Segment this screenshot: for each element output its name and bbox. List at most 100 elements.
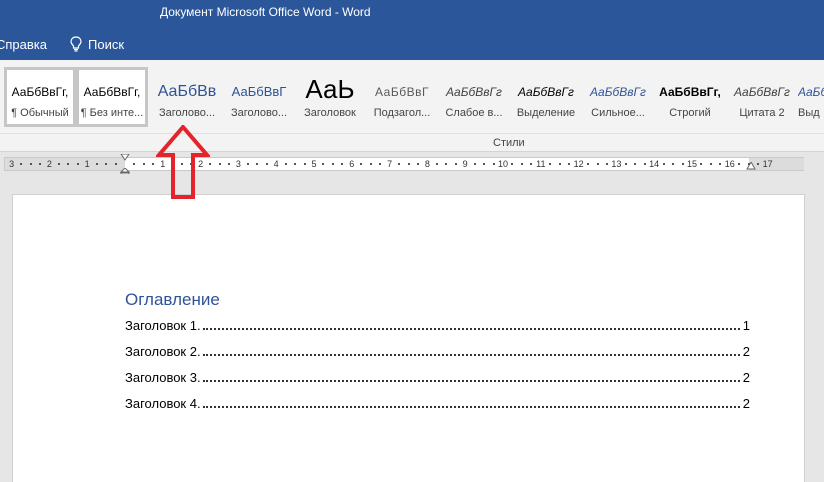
style-preview: АаБбВвГ xyxy=(231,84,287,99)
ruler-number: 9 xyxy=(462,159,468,169)
style-preview: АаБбВвГг xyxy=(734,85,790,99)
style-title[interactable]: АаЬ Заголовок xyxy=(294,67,366,127)
style-subtitle[interactable]: АаБбВвГ Подзагол... xyxy=(366,67,438,127)
style-label: ¶ Обычный xyxy=(11,107,69,119)
ruler-tick xyxy=(95,163,98,165)
ruler-tick xyxy=(142,163,145,165)
style-label: Заголовок xyxy=(304,107,356,119)
ruler-tick xyxy=(643,163,646,165)
ruler-tick xyxy=(558,163,561,165)
ruler-tick xyxy=(549,163,552,165)
style-normal[interactable]: АаБбВвГг, ¶ Обычный xyxy=(4,67,76,127)
toc-entry[interactable]: Заголовок 4. 2 xyxy=(125,393,750,411)
style-label: Выд xyxy=(798,107,820,119)
ruler-tick xyxy=(709,163,712,165)
toc-entry[interactable]: Заголовок 3. 2 xyxy=(125,367,750,385)
ribbon: АаБбВвГг, ¶ Обычный АаБбВвГг, ¶ Без инте… xyxy=(0,60,824,152)
ruler-number: 13 xyxy=(611,159,622,169)
style-label: Заголово... xyxy=(230,107,288,119)
ruler-tick xyxy=(672,163,675,165)
style-label: Цитата 2 xyxy=(739,107,785,119)
ruler-tick xyxy=(483,163,486,165)
ruler-tick xyxy=(256,163,259,165)
ruler-tick xyxy=(757,163,760,165)
toc-entry-page: 2 xyxy=(742,344,750,359)
ruler-tick xyxy=(662,163,665,165)
ruler-tick xyxy=(700,163,703,165)
ruler-tick xyxy=(133,163,136,165)
ruler-tick xyxy=(520,163,523,165)
ruler-tick xyxy=(265,163,268,165)
ruler-tick xyxy=(738,163,741,165)
ruler-tick xyxy=(398,163,401,165)
ruler-number: 12 xyxy=(573,159,584,169)
ruler-number: 2 xyxy=(46,159,52,169)
toc-entry-text: Заголовок 2. xyxy=(125,344,201,359)
ruler-number: 16 xyxy=(724,159,735,169)
ruler-tick xyxy=(379,163,382,165)
ruler-tick xyxy=(303,163,306,165)
document-area: Оглавление Заголовок 1. 1 Заголовок 2. 2… xyxy=(0,174,824,482)
style-no-spacing[interactable]: АаБбВвГг, ¶ Без инте... xyxy=(76,67,148,127)
toc-leader-dots xyxy=(202,354,740,356)
toc-entry-page: 2 xyxy=(742,396,750,411)
ruler-number: 3 xyxy=(9,159,15,169)
style-preview: АаБбВвГг xyxy=(518,85,574,99)
styles-gallery: АаБбВвГг, ¶ Обычный АаБбВвГг, ¶ Без инте… xyxy=(4,65,824,131)
style-preview: АаБбВвГг xyxy=(590,85,646,99)
style-label: Заголово... xyxy=(158,107,216,119)
ruler-tick xyxy=(634,163,637,165)
toc-leader-dots xyxy=(202,328,740,330)
ruler-tick xyxy=(246,163,249,165)
style-intense-emphasis[interactable]: АаБбВвГг Сильное... xyxy=(582,67,654,127)
toc-entry-text: Заголовок 1. xyxy=(125,318,201,333)
style-label: Слабое в... xyxy=(445,107,503,119)
toc-title: Оглавление xyxy=(125,290,220,309)
ruler-tick xyxy=(20,163,23,165)
window-title: Документ Microsoft Office Word - Word xyxy=(160,5,371,19)
style-quote-2[interactable]: АаБбВвГг Цитата 2 xyxy=(726,67,798,127)
ruler-tick xyxy=(416,163,419,165)
style-label: Подзагол... xyxy=(373,107,431,119)
style-strong[interactable]: АаБбВвГг, Строгий xyxy=(654,67,726,127)
ruler-tick xyxy=(57,163,60,165)
ribbon-tabs: Справка Поиск xyxy=(0,28,824,60)
toc-entry[interactable]: Заголовок 2. 2 xyxy=(125,341,750,359)
ruler-tick xyxy=(719,163,722,165)
red-up-arrow-icon xyxy=(156,125,210,199)
style-heading-1[interactable]: АаБбВв Заголово... xyxy=(151,67,223,127)
ruler-tick xyxy=(105,163,108,165)
ruler-number: 11 xyxy=(536,159,546,169)
style-preview: АаБбВвГг xyxy=(446,85,502,99)
style-subtle-emphasis[interactable]: АаБбВвГг Слабое в... xyxy=(438,67,510,127)
first-line-indent-marker[interactable] xyxy=(120,154,130,162)
horizontal-ruler[interactable]: 3 2 1 1 2 3 4 5 6 7 8 9 10 11 12 13 14 15 16 17 xyxy=(4,154,804,178)
toc-entry[interactable]: Заголовок 1. 1 xyxy=(125,315,750,333)
ruler-tick xyxy=(530,163,533,165)
document-page[interactable]: Оглавление Заголовок 1. 1 Заголовок 2. 2… xyxy=(12,194,805,482)
ruler-tick xyxy=(624,163,627,165)
tab-help[interactable]: Справка xyxy=(0,37,47,52)
ruler-tick xyxy=(605,163,608,165)
style-preview: АаБбВвГг, xyxy=(11,85,69,99)
style-preview: АаБб xyxy=(798,85,824,99)
ruler-number: 5 xyxy=(311,159,317,169)
style-intense-quote[interactable]: АаБб Выд xyxy=(798,67,824,127)
ruler-tick xyxy=(369,163,372,165)
ruler-number: 4 xyxy=(273,159,279,169)
toc-entry-text: Заголовок 4. xyxy=(125,396,201,411)
ruler-tick xyxy=(473,163,476,165)
ruler-tick xyxy=(29,163,32,165)
tell-me-search[interactable]: Поиск xyxy=(70,35,124,53)
lightbulb-icon xyxy=(70,36,82,52)
style-preview: АаБбВвГг, xyxy=(83,85,141,99)
style-emphasis[interactable]: АаБбВвГг Выделение xyxy=(510,67,582,127)
ruler-tick xyxy=(341,163,344,165)
style-label: Сильное... xyxy=(591,107,645,119)
style-heading-2[interactable]: АаБбВвГ Заголово... xyxy=(223,67,295,127)
ruler-tick xyxy=(38,163,41,165)
ruler-tick xyxy=(67,163,70,165)
style-preview: АаБбВв xyxy=(157,83,217,100)
toc-entry-page: 2 xyxy=(742,370,750,385)
ruler-tick xyxy=(152,163,155,165)
